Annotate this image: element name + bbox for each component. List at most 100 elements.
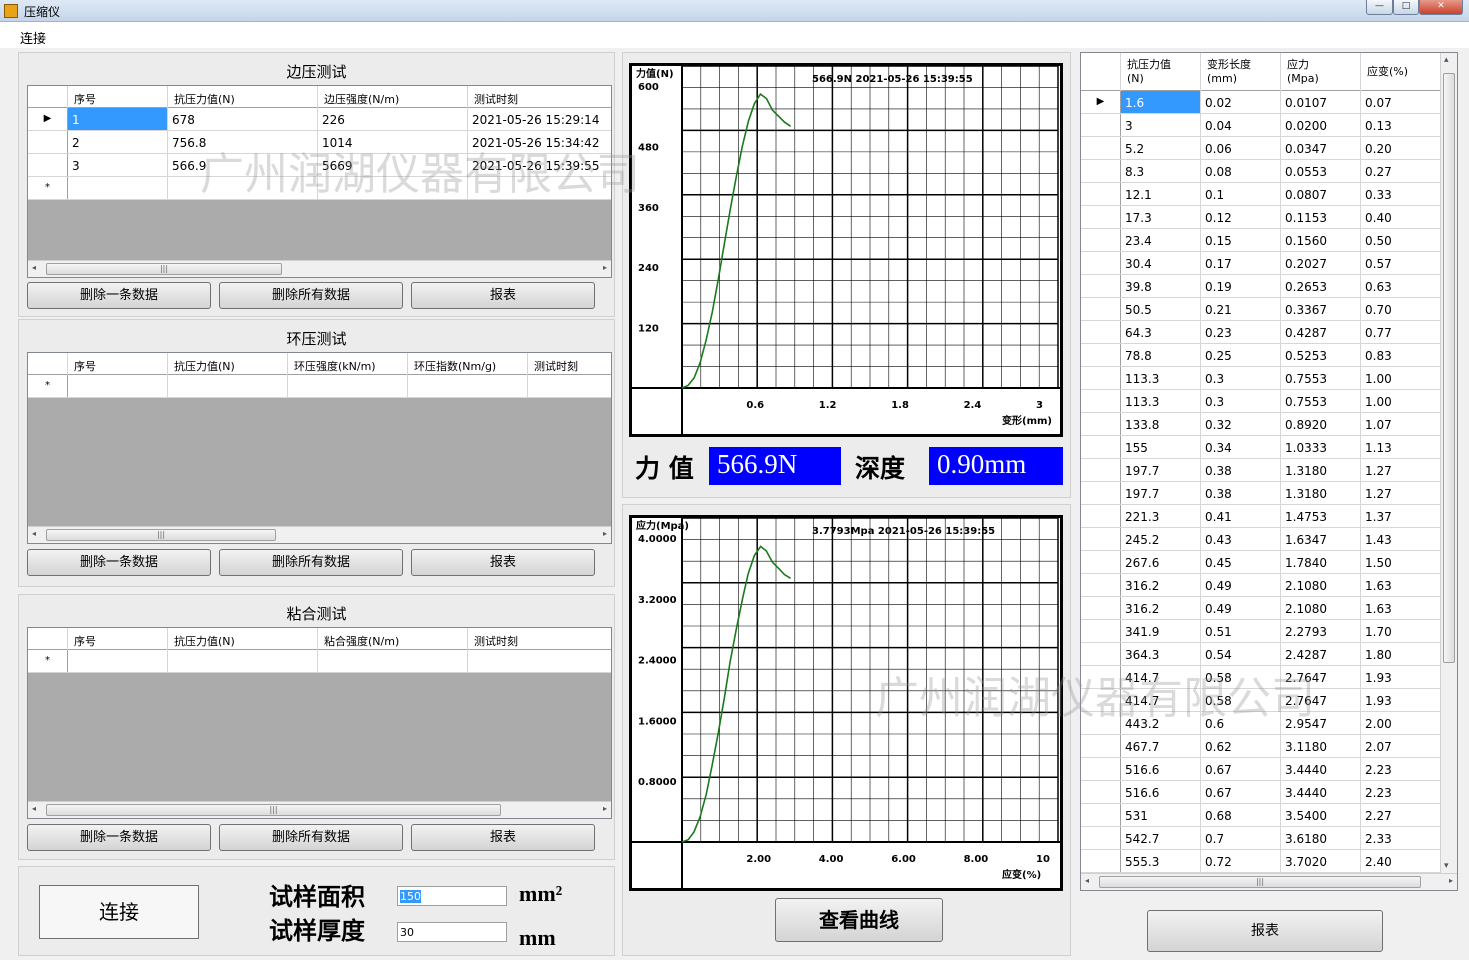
col-header-edge-strength[interactable]: 边压强度(N/m)	[318, 86, 468, 108]
col-header-deformation[interactable]: 变形长度 (mm)	[1201, 53, 1281, 91]
scroll-right-icon[interactable]: ▸	[1449, 876, 1453, 885]
cell-force[interactable]: 414.7	[1121, 666, 1201, 688]
cell-stress[interactable]: 2.2793	[1281, 620, 1361, 642]
table-row[interactable]: 39.8 0.19 0.2653 0.63	[1081, 275, 1441, 298]
cell-force[interactable]	[168, 177, 318, 199]
cell-ring-index[interactable]	[408, 375, 528, 397]
col-header-time[interactable]: 测试时刻	[528, 353, 611, 375]
cell-strain[interactable]: 1.13	[1361, 436, 1441, 458]
cell-strain[interactable]: 0.70	[1361, 298, 1441, 320]
cell-deformation[interactable]: 0.51	[1201, 620, 1281, 642]
cell-force[interactable]: 155	[1121, 436, 1201, 458]
col-header-index[interactable]: 序号	[68, 353, 168, 375]
cell-deformation[interactable]: 0.67	[1201, 758, 1281, 780]
horizontal-scrollbar[interactable]: ◂ ||| ▸	[28, 260, 611, 277]
minimize-button[interactable]: —	[1366, 0, 1393, 15]
table-row[interactable]: 364.3 0.54 2.4287 1.80	[1081, 643, 1441, 666]
cell-stress[interactable]: 1.4753	[1281, 505, 1361, 527]
cell-strain[interactable]: 1.00	[1361, 390, 1441, 412]
cell-deformation[interactable]: 0.21	[1201, 298, 1281, 320]
cell-deformation[interactable]: 0.49	[1201, 597, 1281, 619]
cell-force[interactable]: 566.9	[168, 154, 318, 176]
table-row[interactable]: 133.8 0.32 0.8920 1.07	[1081, 413, 1441, 436]
cell-force[interactable]: 542.7	[1121, 827, 1201, 849]
cell-strain[interactable]: 0.33	[1361, 183, 1441, 205]
measurement-data-table[interactable]: 抗压力值 (N) 变形长度 (mm) 应力 (Mpa) 应变(%) ▶ 1.6 0.02 0…	[1080, 52, 1458, 891]
scroll-right-icon[interactable]: ▸	[603, 263, 607, 272]
cell-deformation[interactable]: 0.43	[1201, 528, 1281, 550]
cell-index[interactable]	[68, 650, 168, 672]
table-row[interactable]: 113.3 0.3 0.7553 1.00	[1081, 390, 1441, 413]
cell-deformation[interactable]: 0.7	[1201, 827, 1281, 849]
cell-stress[interactable]: 1.0333	[1281, 436, 1361, 458]
table-row[interactable]: 5.2 0.06 0.0347 0.20	[1081, 137, 1441, 160]
scroll-left-icon[interactable]: ◂	[32, 804, 36, 813]
cell-strain[interactable]: 1.27	[1361, 459, 1441, 481]
cell-force[interactable]: 678	[168, 108, 318, 130]
cell-deformation[interactable]: 0.58	[1201, 666, 1281, 688]
cell-strain[interactable]: 2.23	[1361, 781, 1441, 803]
cell-deformation[interactable]: 0.17	[1201, 252, 1281, 274]
table-row[interactable]: 113.3 0.3 0.7553 1.00	[1081, 367, 1441, 390]
cell-deformation[interactable]: 0.6	[1201, 712, 1281, 734]
table-row[interactable]: 414.7 0.58 2.7647 1.93	[1081, 689, 1441, 712]
col-header-force[interactable]: 抗压力值(N)	[168, 628, 318, 650]
cell-deformation[interactable]: 0.15	[1201, 229, 1281, 251]
cell-strain[interactable]: 1.00	[1361, 367, 1441, 389]
col-header-stress[interactable]: 应力 (Mpa)	[1281, 53, 1361, 91]
cell-time[interactable]	[528, 375, 611, 397]
cell-stress[interactable]: 0.7553	[1281, 390, 1361, 412]
cell-strain[interactable]: 2.40	[1361, 850, 1441, 872]
cell-strain[interactable]: 1.37	[1361, 505, 1441, 527]
cell-stress[interactable]: 0.1560	[1281, 229, 1361, 251]
cell-force[interactable]: 64.3	[1121, 321, 1201, 343]
cell-strain[interactable]: 1.93	[1361, 689, 1441, 711]
bond-test-grid[interactable]: 序号 抗压力值(N) 粘合强度(N/m) 测试时刻 * ◂ ||| ▸	[27, 627, 612, 819]
table-row[interactable]: 467.7 0.62 3.1180 2.07	[1081, 735, 1441, 758]
cell-ring-strength[interactable]	[288, 375, 408, 397]
cell-stress[interactable]: 0.8920	[1281, 413, 1361, 435]
cell-time[interactable]: 2021-05-26 15:34:42	[468, 131, 611, 153]
bond-delete-one-button[interactable]: 删除一条数据	[27, 824, 211, 851]
edge-delete-one-button[interactable]: 删除一条数据	[27, 282, 211, 309]
cell-strain[interactable]: 2.00	[1361, 712, 1441, 734]
cell-index[interactable]: 2	[68, 131, 168, 153]
cell-deformation[interactable]: 0.3	[1201, 367, 1281, 389]
table-row[interactable]: 516.6 0.67 3.4440 2.23	[1081, 758, 1441, 781]
sample-area-input[interactable]: 150	[397, 886, 507, 906]
table-row[interactable]: 221.3 0.41 1.4753 1.37	[1081, 505, 1441, 528]
table-row[interactable]: 3 566.9 5669 2021-05-26 15:39:55	[28, 154, 611, 177]
cell-force[interactable]: 30.4	[1121, 252, 1201, 274]
cell-force[interactable]	[168, 650, 318, 672]
col-header-ring-index[interactable]: 环压指数(Nm/g)	[408, 353, 528, 375]
table-row[interactable]: 531 0.68 3.5400 2.27	[1081, 804, 1441, 827]
cell-deformation[interactable]: 0.06	[1201, 137, 1281, 159]
cell-stress[interactable]: 3.5400	[1281, 804, 1361, 826]
cell-force[interactable]: 555.3	[1121, 850, 1201, 872]
cell-stress[interactable]: 2.9547	[1281, 712, 1361, 734]
ring-delete-all-button[interactable]: 删除所有数据	[219, 549, 403, 576]
table-row[interactable]: 17.3 0.12 0.1153 0.40	[1081, 206, 1441, 229]
cell-force[interactable]: 133.8	[1121, 413, 1201, 435]
cell-strain[interactable]: 1.63	[1361, 597, 1441, 619]
cell-stress[interactable]: 0.2027	[1281, 252, 1361, 274]
scroll-left-icon[interactable]: ◂	[32, 263, 36, 272]
cell-index[interactable]	[68, 375, 168, 397]
cell-deformation[interactable]: 0.23	[1201, 321, 1281, 343]
cell-time[interactable]	[468, 177, 611, 199]
cell-deformation[interactable]: 0.34	[1201, 436, 1281, 458]
cell-strain[interactable]: 1.27	[1361, 482, 1441, 504]
table-row[interactable]: 443.2 0.6 2.9547 2.00	[1081, 712, 1441, 735]
cell-index[interactable]: 1	[68, 108, 168, 130]
table-row[interactable]: ▶ 1.6 0.02 0.0107 0.07	[1081, 91, 1441, 114]
cell-strain[interactable]: 1.07	[1361, 413, 1441, 435]
cell-deformation[interactable]: 0.67	[1201, 781, 1281, 803]
cell-deformation[interactable]: 0.62	[1201, 735, 1281, 757]
cell-deformation[interactable]: 0.04	[1201, 114, 1281, 136]
cell-force[interactable]: 23.4	[1121, 229, 1201, 251]
table-row[interactable]: ▶ 1 678 226 2021-05-26 15:29:14	[28, 108, 611, 131]
cell-deformation[interactable]: 0.25	[1201, 344, 1281, 366]
edge-report-button[interactable]: 报表	[411, 282, 595, 309]
cell-force[interactable]: 221.3	[1121, 505, 1201, 527]
col-header-time[interactable]: 测试时刻	[468, 628, 611, 650]
